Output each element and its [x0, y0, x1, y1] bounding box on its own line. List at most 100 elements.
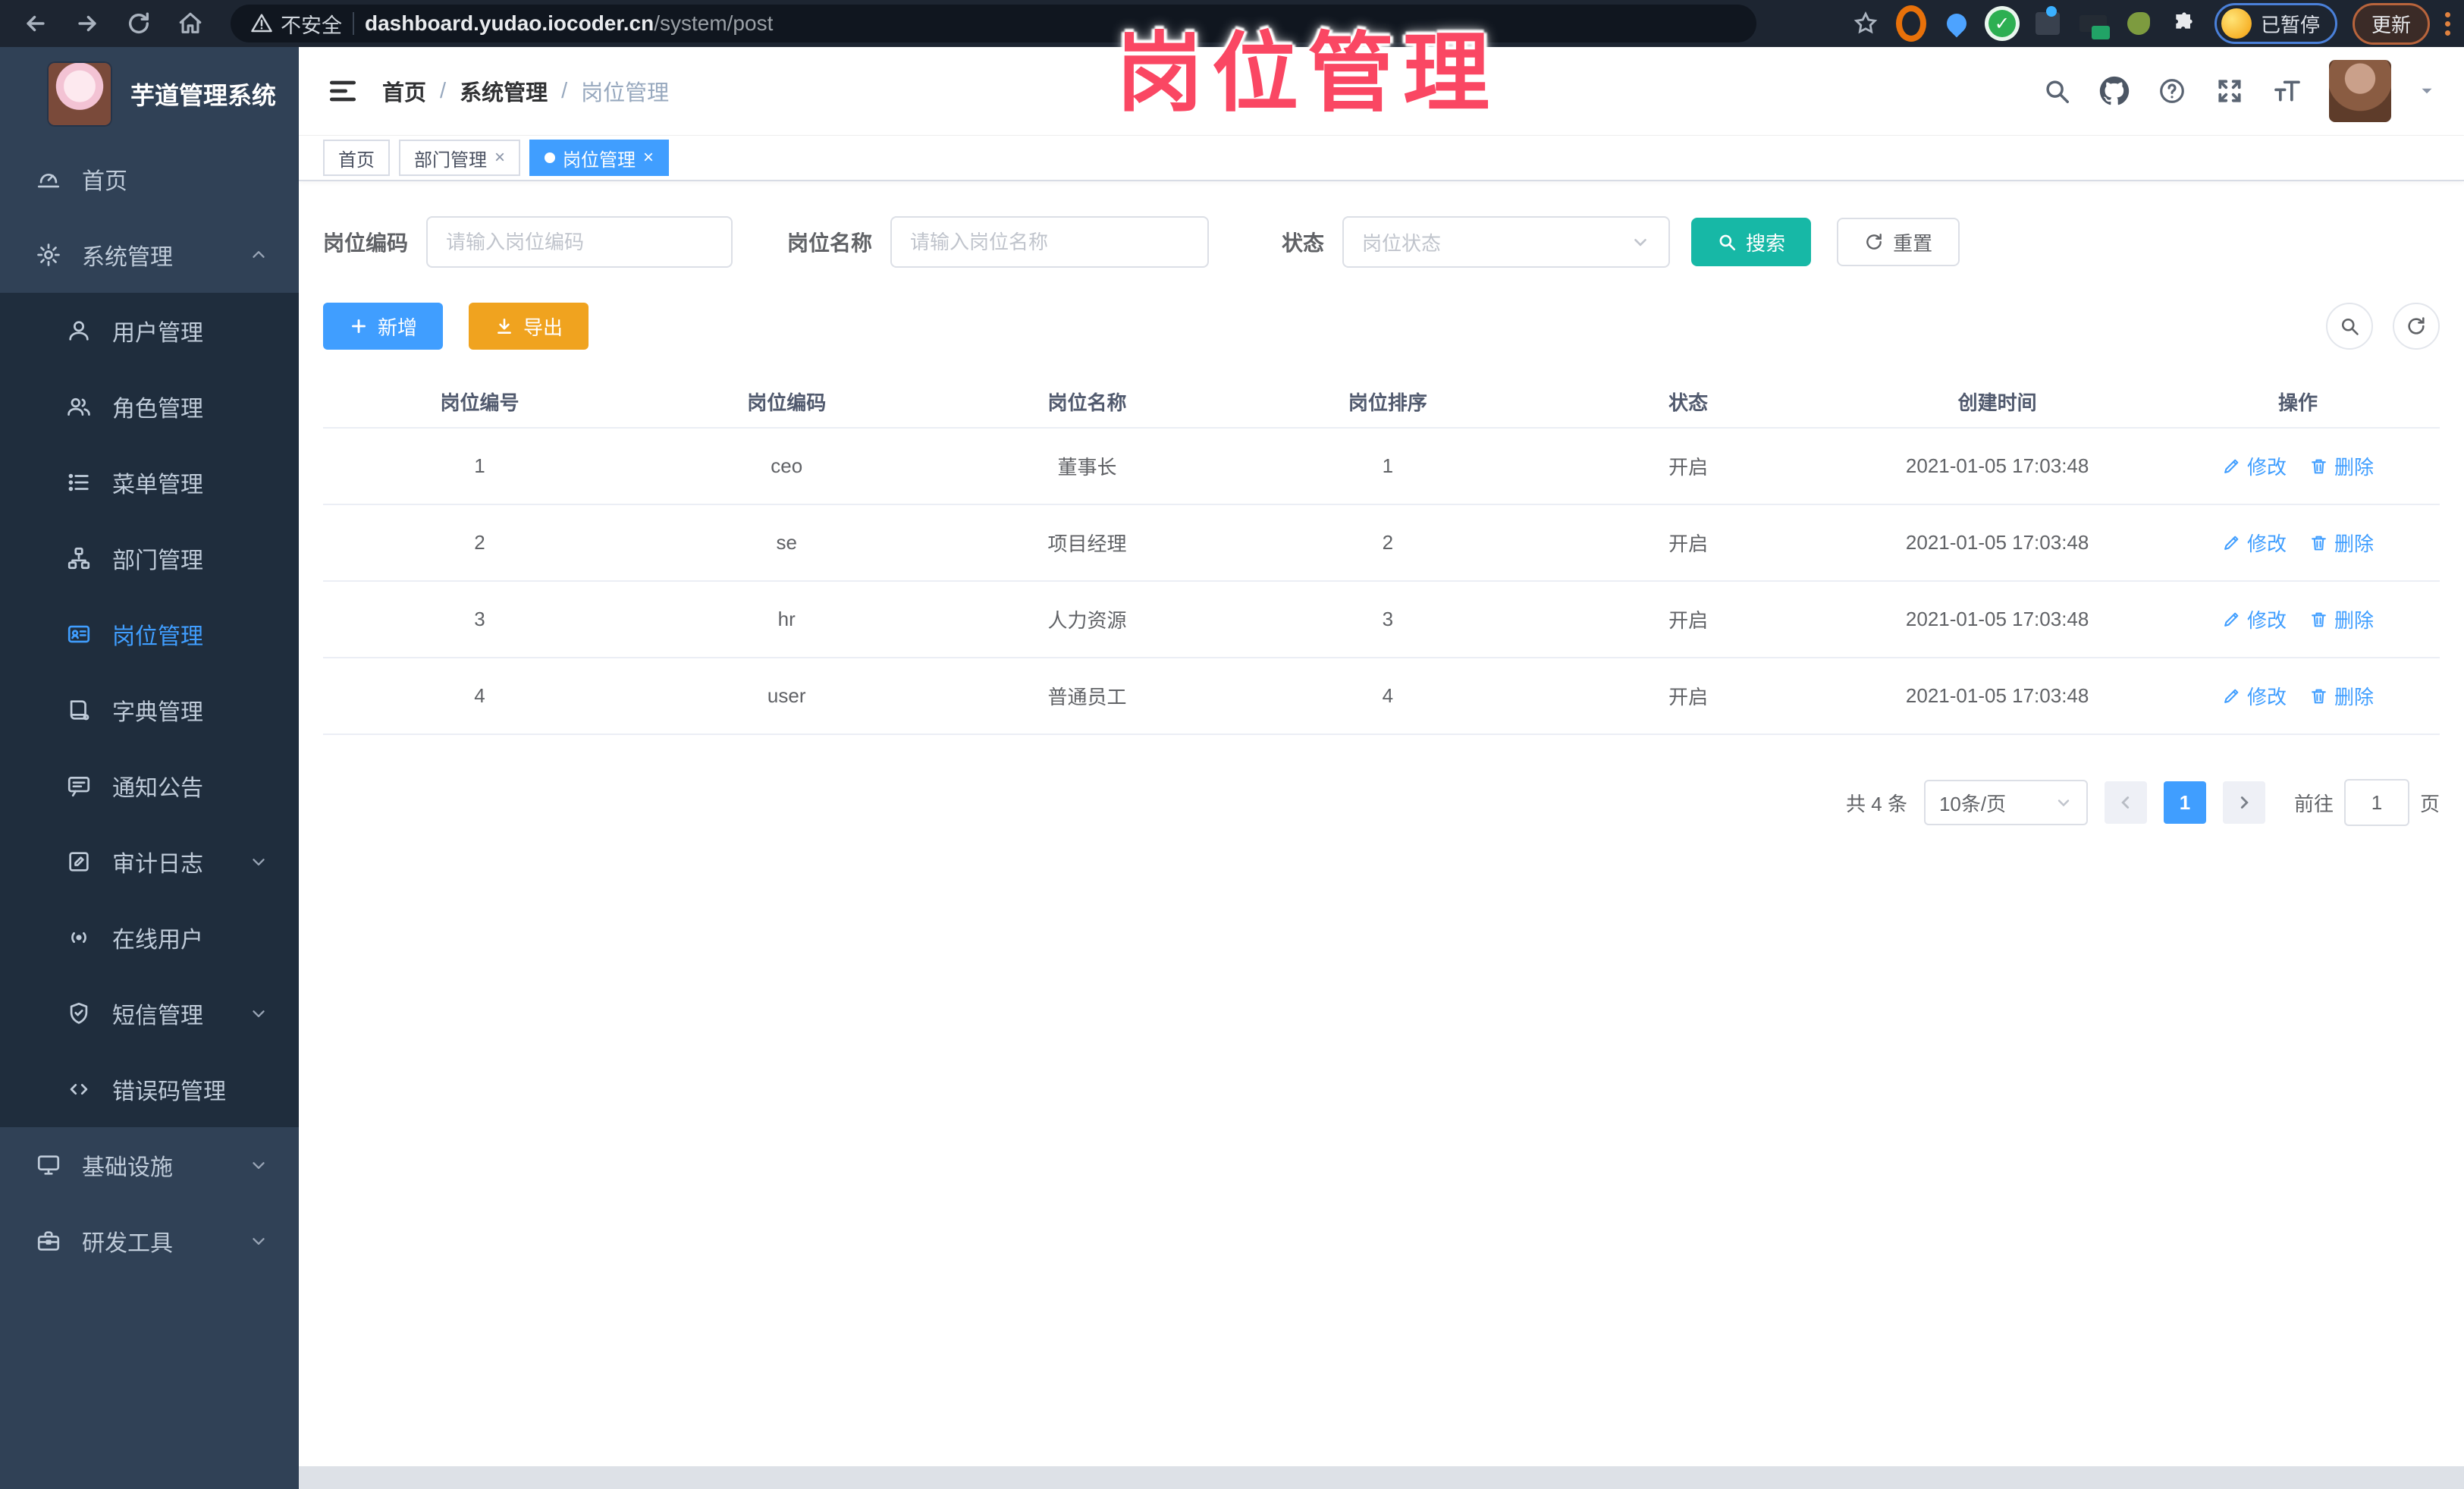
next-page-button[interactable] — [2222, 781, 2265, 824]
tag-label: 首页 — [338, 149, 375, 171]
fullscreen-icon[interactable] — [2214, 75, 2246, 107]
status-label: 状态 — [1282, 231, 1325, 255]
close-icon[interactable]: × — [643, 147, 654, 168]
cell-post-name: 人力资源 — [937, 581, 1238, 658]
col-post-name: 岗位名称 — [937, 375, 1238, 429]
header-actions — [2041, 60, 2437, 122]
extension-orange-icon[interactable] — [1895, 5, 1926, 42]
delete-button[interactable]: 删除 — [2309, 529, 2374, 557]
github-icon[interactable] — [2098, 75, 2130, 107]
security-warning[interactable]: 不安全 — [250, 9, 342, 39]
extension-leaf-icon[interactable] — [2123, 8, 2154, 39]
address-divider — [353, 12, 354, 35]
edit-button[interactable]: 修改 — [2222, 529, 2287, 557]
sidebar-item-devtools[interactable]: 研发工具 — [0, 1203, 299, 1279]
page-size-value: 10条/页 — [1938, 792, 2007, 815]
sidebar-item-dept-mgmt[interactable]: 部门管理 — [0, 520, 299, 596]
delete-button[interactable]: 删除 — [2309, 452, 2374, 480]
back-icon[interactable] — [14, 4, 58, 43]
sidebar-item-post-mgmt[interactable]: 岗位管理 — [0, 596, 299, 672]
sidebar-item-user-mgmt[interactable]: 用户管理 — [0, 293, 299, 369]
collapse-sidebar-icon[interactable] — [326, 74, 359, 108]
chevron-down-icon — [2054, 793, 2073, 812]
sidebar-item-label: 首页 — [82, 169, 127, 194]
tag-home[interactable]: 首页 — [323, 140, 390, 176]
reset-button[interactable]: 重置 — [1837, 218, 1960, 266]
sidebar-item-role-mgmt[interactable]: 角色管理 — [0, 369, 299, 445]
add-label: 新增 — [378, 316, 418, 339]
cell-post-sort: 3 — [1237, 581, 1538, 658]
sidebar-item-label: 系统管理 — [82, 245, 173, 270]
table-row: 2 se 项目经理 2 开启 2021-01-05 17:03:48 修改 删除 — [323, 504, 2440, 582]
status-select[interactable]: 岗位状态 — [1342, 216, 1671, 268]
profile-paused-badge[interactable]: 已暂停 — [2214, 3, 2337, 44]
page-size-select[interactable]: 10条/页 — [1923, 780, 2088, 825]
sidebar-item-error-code[interactable]: 错误码管理 — [0, 1051, 299, 1127]
edit-button[interactable]: 修改 — [2222, 452, 2287, 480]
chevron-right-icon — [2240, 796, 2249, 809]
security-label: 不安全 — [281, 14, 342, 37]
home-icon[interactable] — [168, 4, 212, 43]
idcard-icon — [65, 620, 93, 648]
search-icon[interactable] — [2041, 75, 2073, 107]
sidebar-item-home[interactable]: 首页 — [0, 141, 299, 217]
tag-post[interactable]: 岗位管理 × — [529, 140, 670, 176]
edit-button[interactable]: 修改 — [2222, 682, 2287, 710]
cell-created: 2021-01-05 17:03:48 — [1838, 658, 2156, 735]
extension-grid-icon[interactable] — [2032, 6, 2063, 39]
user-avatar[interactable] — [2329, 60, 2391, 122]
app-logo-row[interactable]: 芋道管理系统 — [0, 47, 299, 141]
trash-icon — [2309, 457, 2328, 476]
sidebar-item-notice[interactable]: 通知公告 — [0, 748, 299, 824]
chevron-left-icon — [2121, 796, 2130, 809]
sidebar-item-label: 审计日志 — [112, 852, 203, 877]
extension-check-icon[interactable]: ✓ — [1987, 8, 2017, 39]
tag-dept[interactable]: 部门管理 × — [399, 140, 521, 176]
reload-icon[interactable] — [117, 4, 161, 43]
sidebar-item-sms-mgmt[interactable]: 短信管理 — [0, 975, 299, 1051]
sidebar-item-menu-mgmt[interactable]: 菜单管理 — [0, 445, 299, 520]
online-icon — [65, 924, 93, 951]
sidebar-item-audit-log[interactable]: 审计日志 — [0, 824, 299, 900]
sidebar-item-system[interactable]: 系统管理 — [0, 217, 299, 293]
col-created: 创建时间 — [1838, 375, 2156, 429]
bookmark-star-icon[interactable] — [1850, 8, 1881, 39]
prev-page-button[interactable] — [2104, 781, 2147, 824]
close-icon[interactable]: × — [494, 147, 505, 168]
update-button[interactable]: 更新 — [2352, 2, 2430, 45]
help-icon[interactable] — [2156, 75, 2188, 107]
cell-post-code: user — [636, 658, 937, 735]
post-name-input[interactable] — [890, 216, 1210, 268]
url-text[interactable]: dashboard.yudao.iocoder.cn/system/post — [365, 11, 773, 36]
sidebar-item-dict-mgmt[interactable]: 字典管理 — [0, 672, 299, 748]
plus-icon — [352, 319, 366, 333]
export-button[interactable]: 导出 — [469, 303, 589, 350]
refresh-table-button[interactable] — [2393, 303, 2440, 350]
goto-page-input[interactable] — [2343, 779, 2409, 826]
avatar-caret-icon[interactable] — [2417, 81, 2437, 101]
search-button[interactable]: 搜索 — [1691, 218, 1812, 266]
pencil-icon — [2222, 457, 2241, 476]
font-size-icon[interactable] — [2271, 75, 2303, 107]
delete-button[interactable]: 删除 — [2309, 682, 2374, 710]
current-page[interactable]: 1 — [2163, 781, 2206, 824]
sidebar-item-label: 用户管理 — [112, 321, 203, 346]
forward-icon[interactable] — [65, 4, 109, 43]
breadcrumb-system[interactable]: 系统管理 — [460, 75, 548, 107]
sidebar-item-infra[interactable]: 基础设施 — [0, 1127, 299, 1203]
extension-card-icon[interactable] — [2078, 8, 2110, 39]
breadcrumb-home[interactable]: 首页 — [382, 75, 426, 107]
edit-button[interactable]: 修改 — [2222, 605, 2287, 633]
post-code-input[interactable] — [426, 216, 733, 268]
table-tools — [2326, 303, 2440, 350]
col-actions: 操作 — [2155, 375, 2440, 429]
extensions-puzzle-icon[interactable] — [2169, 8, 2199, 39]
add-button[interactable]: 新增 — [323, 303, 444, 350]
browser-menu-icon[interactable] — [2445, 11, 2450, 36]
toggle-search-button[interactable] — [2326, 303, 2373, 350]
address-bar[interactable]: 不安全 dashboard.yudao.iocoder.cn/system/po… — [231, 5, 1756, 42]
pencil-icon — [2222, 610, 2241, 629]
sidebar-item-online-users[interactable]: 在线用户 — [0, 900, 299, 975]
delete-button[interactable]: 删除 — [2309, 605, 2374, 633]
extension-pin-icon[interactable] — [1941, 8, 1972, 39]
